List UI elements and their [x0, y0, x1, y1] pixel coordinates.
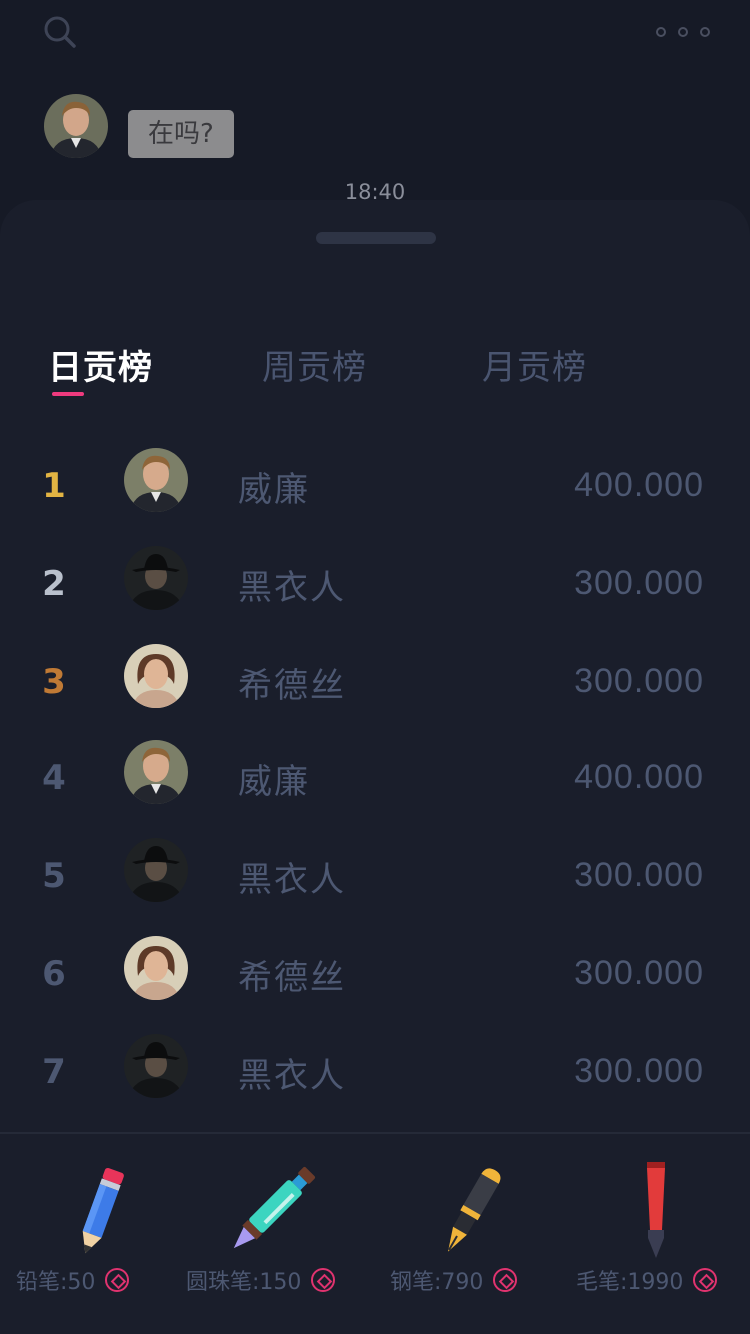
- list-item[interactable]: 2 黑衣人 300.000: [0, 542, 750, 614]
- avatar[interactable]: [124, 838, 188, 902]
- gift-pencil-label: 铅笔:50: [16, 1270, 96, 1295]
- search-icon[interactable]: [42, 14, 78, 50]
- user-name: 威廉: [238, 762, 310, 802]
- gift-fountain-pen-label: 钢笔:790: [390, 1270, 484, 1295]
- avatar[interactable]: [124, 644, 188, 708]
- contribution-score: 300.000: [574, 1052, 704, 1090]
- list-item[interactable]: 6 希德丝 300.000: [0, 932, 750, 1004]
- contribution-score: 400.000: [574, 758, 704, 796]
- contribution-score: 300.000: [574, 662, 704, 700]
- coin-icon: [105, 1268, 130, 1292]
- list-item[interactable]: 3 希德丝 300.000: [0, 640, 750, 712]
- fountain-pen-icon: [448, 1168, 501, 1252]
- rank-number: 1: [42, 466, 66, 506]
- gift-pencil-button[interactable]: 铅笔:50: [16, 1150, 166, 1300]
- brush-pen-icon: [647, 1162, 665, 1258]
- rank-number: 3: [42, 662, 66, 702]
- more-options-icon[interactable]: [656, 26, 710, 38]
- sheet-drag-handle[interactable]: [316, 232, 436, 244]
- rank-number: 6: [42, 954, 66, 994]
- avatar[interactable]: [124, 546, 188, 610]
- leaderboard-sheet: 日贡榜 周贡榜 月贡榜 1 威廉 400.000 2 黑衣人 300.000 3…: [0, 200, 750, 1334]
- leaderboard-tabs: 日贡榜 周贡榜 月贡榜: [0, 340, 750, 400]
- ballpoint-pen-icon: [233, 1166, 316, 1249]
- rank-number: 2: [42, 564, 66, 604]
- contribution-score: 300.000: [574, 564, 704, 602]
- coin-icon: [693, 1268, 718, 1292]
- avatar[interactable]: [124, 448, 188, 512]
- rank-number: 7: [42, 1052, 66, 1092]
- user-name: 希德丝: [238, 958, 346, 998]
- contribution-score: 400.000: [574, 466, 704, 504]
- coin-icon: [493, 1268, 518, 1292]
- tab-monthly[interactable]: 月贡榜: [482, 340, 587, 389]
- contribution-score: 300.000: [574, 954, 704, 992]
- gift-brush-pen-label: 毛笔:1990: [576, 1270, 684, 1295]
- gift-ballpoint-pen-button[interactable]: 圆珠笔:150: [186, 1150, 366, 1300]
- rank-number: 4: [42, 758, 66, 798]
- avatar[interactable]: [124, 1034, 188, 1098]
- gift-bar-divider: [0, 1132, 750, 1134]
- coin-icon: [311, 1268, 336, 1292]
- avatar[interactable]: [124, 936, 188, 1000]
- chat-message-bubble: 在吗?: [128, 110, 234, 158]
- active-tab-indicator: [52, 392, 84, 396]
- user-name: 黑衣人: [238, 568, 346, 608]
- tab-weekly[interactable]: 周贡榜: [262, 340, 367, 389]
- avatar[interactable]: [44, 94, 108, 158]
- pencil-icon: [82, 1167, 124, 1254]
- gift-brush-pen-button[interactable]: 毛笔:1990: [576, 1150, 746, 1300]
- list-item[interactable]: 5 黑衣人 300.000: [0, 834, 750, 906]
- contribution-score: 300.000: [574, 856, 704, 894]
- gift-fountain-pen-button[interactable]: 钢笔:790: [390, 1150, 550, 1300]
- gift-bar: 铅笔:50 圆珠笔:150 钢笔:790 毛笔:1990: [0, 1150, 750, 1310]
- gift-ballpoint-pen-label: 圆珠笔:150: [186, 1270, 302, 1295]
- user-name: 黑衣人: [238, 1056, 346, 1096]
- rank-number: 5: [42, 856, 66, 896]
- list-item[interactable]: 1 威廉 400.000: [0, 444, 750, 516]
- screen: 在吗? 18:40 日贡榜 周贡榜 月贡榜 1 威廉 400.000 2 黑衣人…: [0, 0, 750, 1334]
- user-name: 威廉: [238, 470, 310, 510]
- tab-daily[interactable]: 日贡榜: [48, 340, 153, 389]
- user-name: 希德丝: [238, 666, 346, 706]
- user-name: 黑衣人: [238, 860, 346, 900]
- list-item[interactable]: 4 威廉 400.000: [0, 736, 750, 808]
- list-item[interactable]: 7 黑衣人 300.000: [0, 1030, 750, 1102]
- avatar[interactable]: [124, 740, 188, 804]
